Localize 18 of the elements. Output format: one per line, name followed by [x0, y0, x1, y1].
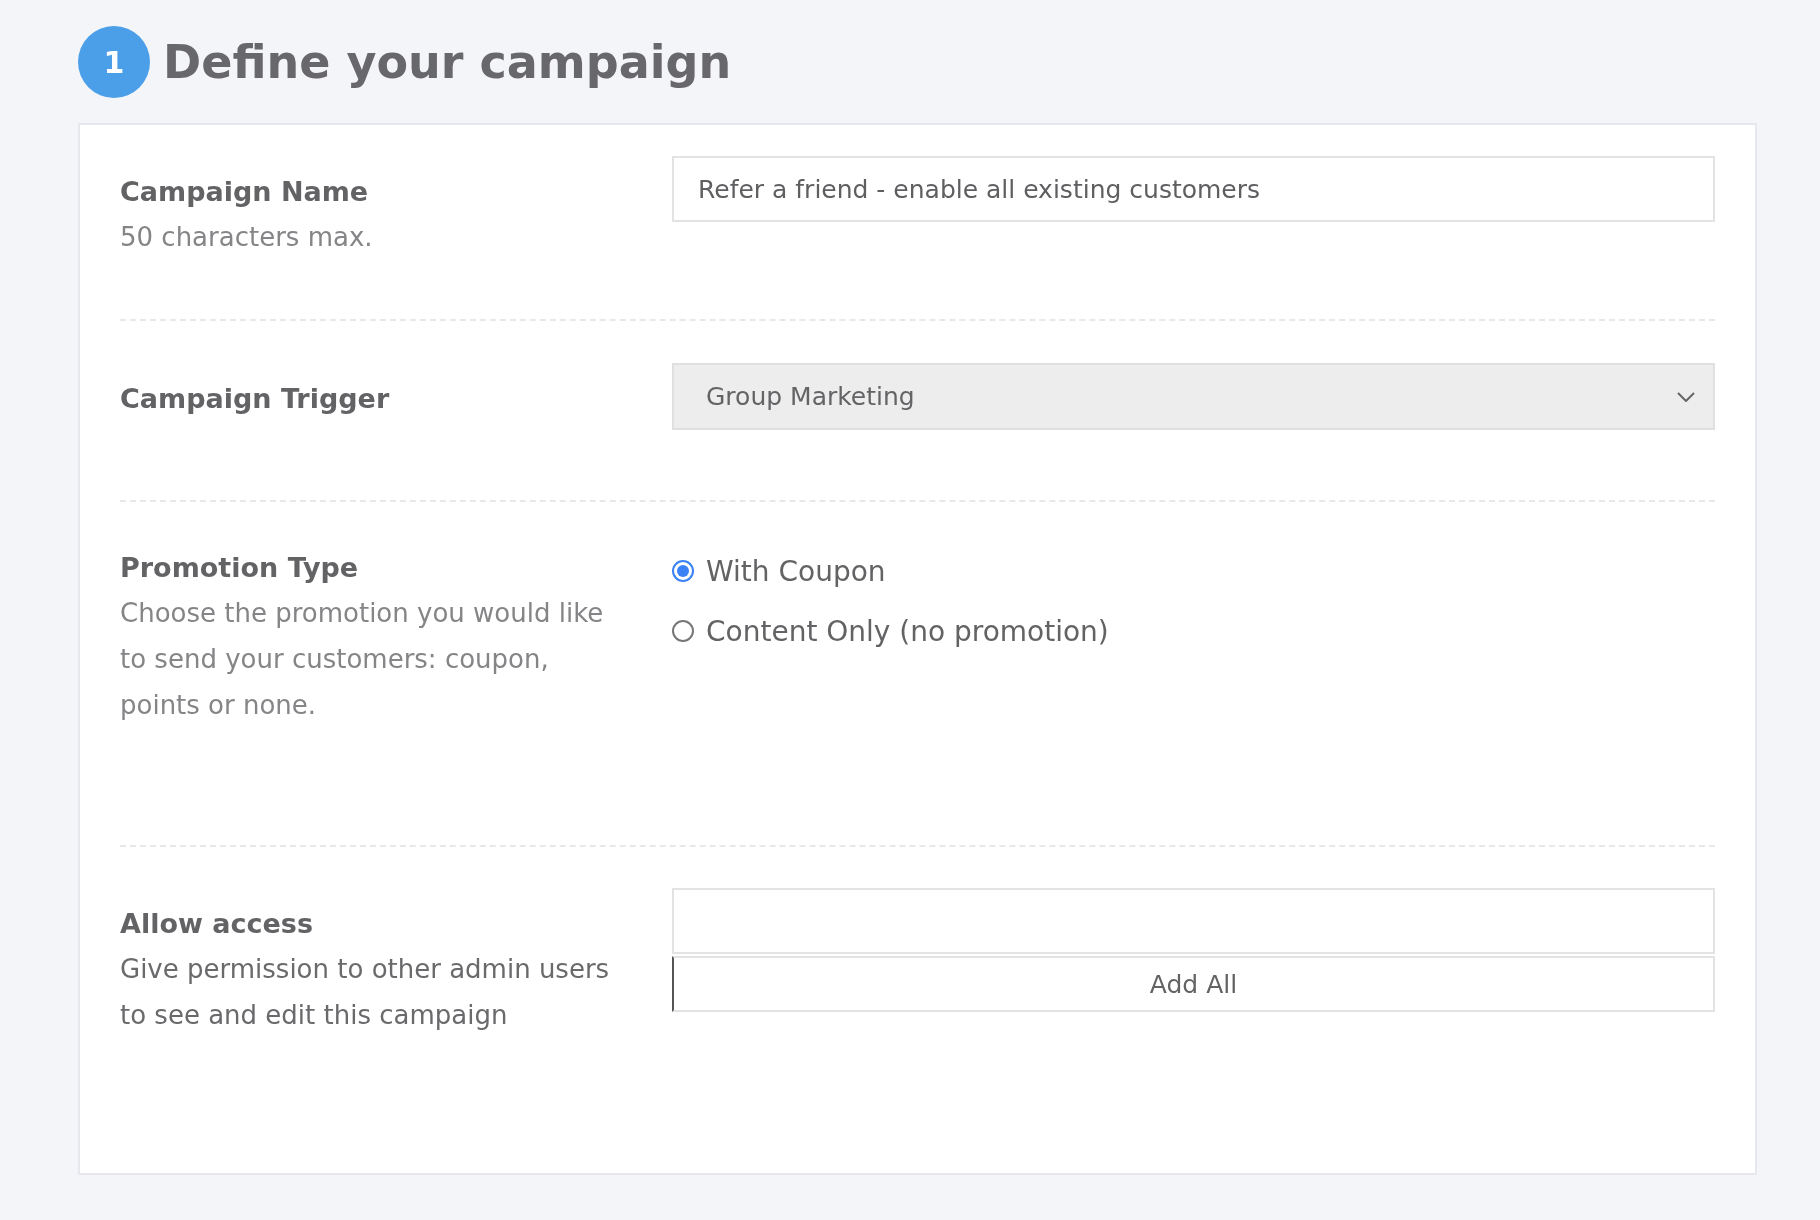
- chevron-down-icon: [1677, 391, 1695, 402]
- user-access-field[interactable]: [672, 888, 1715, 954]
- radio-label: Content Only (no promotion): [706, 614, 1109, 648]
- radio-button[interactable]: [672, 620, 694, 642]
- field-hint: Give permission to other admin users to see and edit this campaign: [120, 953, 611, 1032]
- field-label: Allow access: [120, 907, 314, 941]
- section-title: Define your campaign: [163, 35, 732, 89]
- radio-label: With Coupon: [706, 554, 886, 588]
- field-label: Campaign Trigger: [120, 382, 391, 416]
- field-hint: Choose the promotion you would like to send your customers: coupon, points or none.: [120, 597, 605, 722]
- trigger-dropdown[interactable]: Group Marketing: [672, 363, 1715, 430]
- field-label: Campaign Name: [120, 175, 370, 209]
- radio-button[interactable]: [672, 560, 694, 582]
- field-label: Promotion Type: [120, 551, 360, 585]
- campaign-name-field[interactable]: Refer a friend - enable all existing customers: [672, 156, 1715, 222]
- step-number-badge: 1: [78, 26, 150, 98]
- add-all-button[interactable]: Add All: [672, 956, 1715, 1012]
- field-hint: 50 characters max.: [120, 221, 374, 254]
